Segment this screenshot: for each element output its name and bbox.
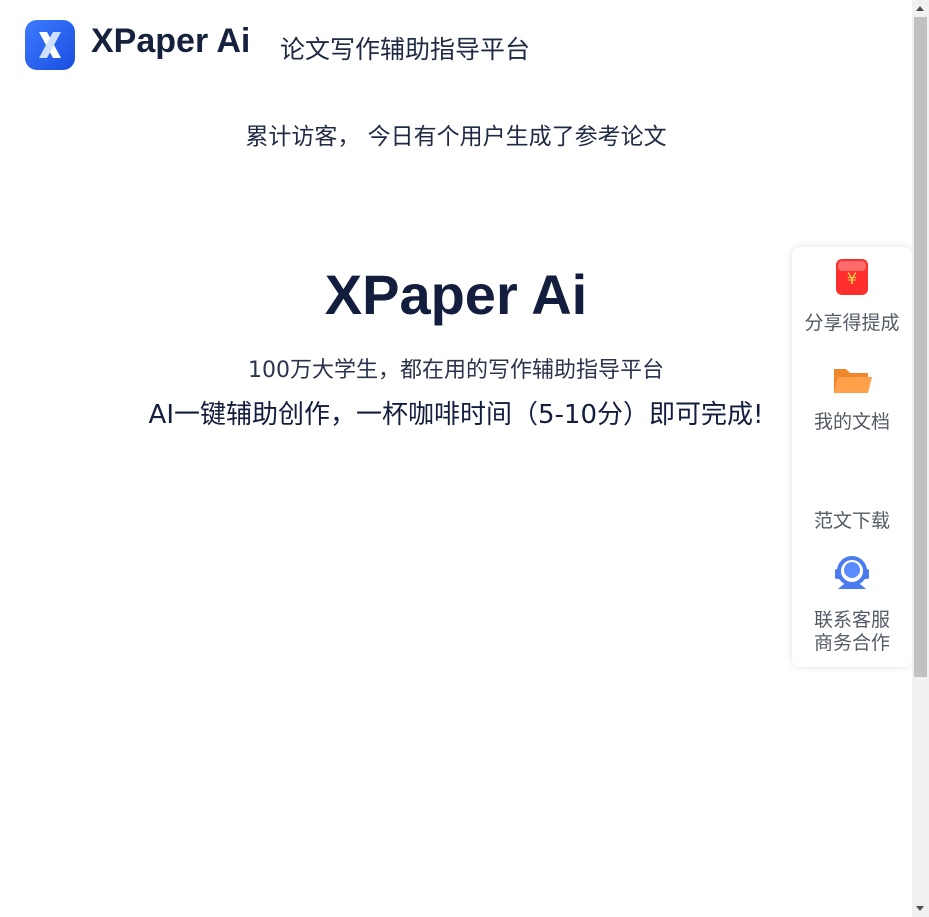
sidebar-item-share[interactable]: ¥ 分享得提成 <box>792 255 912 345</box>
hero-title: XPaper Ai <box>324 263 588 326</box>
folder-icon <box>832 359 872 399</box>
download-icon <box>832 461 872 501</box>
red-envelope-icon: ¥ <box>832 257 872 297</box>
scroll-down-arrow-icon[interactable] <box>912 900 929 917</box>
sidebar-item-label: 我的文档 <box>813 411 890 433</box>
hero-slogan: AI一键辅助创作，一杯咖啡时间（5-10分）即可完成! <box>148 400 764 430</box>
header: XPaper Ai 论文写作辅助指导平台 <box>0 0 912 90</box>
vertical-scrollbar[interactable] <box>912 0 929 917</box>
brand-tagline: 论文写作辅助指导平台 <box>280 35 531 64</box>
sidebar-item-download[interactable]: 范文下载 <box>792 455 912 535</box>
sidebar-item-label: 联系客服 <box>813 609 890 631</box>
visitor-stats: 累计访客， 今日有个用户生成了参考论文 <box>245 124 667 150</box>
sidebar-item-my-docs[interactable]: 我的文档 <box>792 355 912 445</box>
brand-name[interactable]: XPaper Ai <box>91 22 250 61</box>
floating-sidebar: ¥ 分享得提成 我的文档 范文下载 联系客服 商务合作 <box>792 247 912 667</box>
x-logo-icon[interactable] <box>25 20 75 70</box>
svg-text:¥: ¥ <box>847 269 857 288</box>
scrollbar-thumb[interactable] <box>914 17 927 677</box>
hero-subtitle: 100万大学生，都在用的写作辅助指导平台 <box>248 358 664 383</box>
sidebar-item-customer-service[interactable]: 联系客服 商务合作 <box>792 547 912 662</box>
scroll-up-arrow-icon[interactable] <box>912 0 929 17</box>
sidebar-item-label-secondary: 商务合作 <box>813 632 890 654</box>
sidebar-item-label: 范文下载 <box>813 510 890 532</box>
customer-service-icon <box>832 553 872 593</box>
sidebar-item-label: 分享得提成 <box>804 312 900 334</box>
